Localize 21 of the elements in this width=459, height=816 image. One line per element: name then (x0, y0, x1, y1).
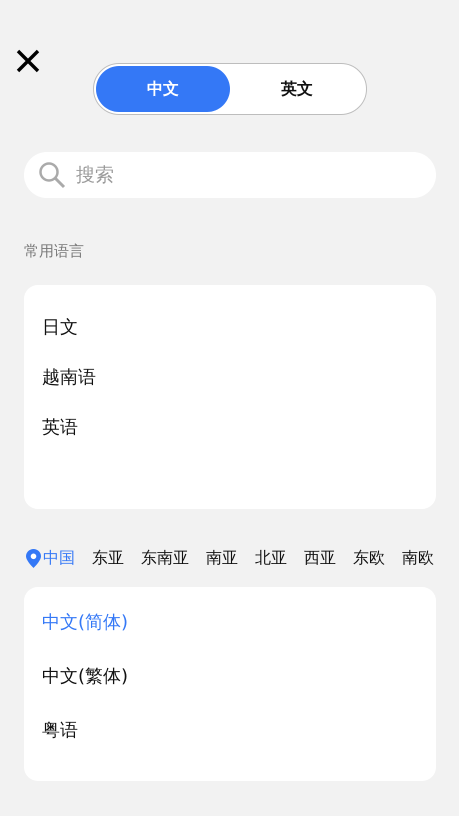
toggle-option[interactable]: 英文 (230, 66, 364, 112)
language-item[interactable]: 粤语 (42, 703, 418, 757)
region-tab[interactable]: 东南亚 (141, 548, 189, 569)
region-tab[interactable]: 西亚 (304, 548, 336, 569)
search-field[interactable]: 搜索 (24, 152, 436, 198)
language-item[interactable]: 英语 (42, 402, 418, 452)
close-icon[interactable] (15, 48, 41, 74)
region-tab[interactable]: 东欧 (353, 548, 385, 569)
region-tab[interactable]: 南亚 (206, 548, 238, 569)
search-icon (38, 161, 66, 189)
region-tab[interactable]: 中国 (43, 548, 75, 569)
region-tab[interactable]: 北亚 (255, 548, 287, 569)
region-tab[interactable]: 东亚 (92, 548, 124, 569)
region-tab[interactable]: 南欧 (402, 548, 434, 569)
language-item[interactable]: 中文(繁体) (42, 649, 418, 703)
location-pin-icon (26, 549, 41, 568)
language-item[interactable]: 越南语 (42, 352, 418, 402)
toggle-option[interactable]: 中文 (96, 66, 230, 112)
section-title: 常用语言 (24, 242, 85, 261)
language-item[interactable]: 中文(简体) (42, 595, 418, 649)
language-item[interactable]: 日文 (42, 302, 418, 352)
